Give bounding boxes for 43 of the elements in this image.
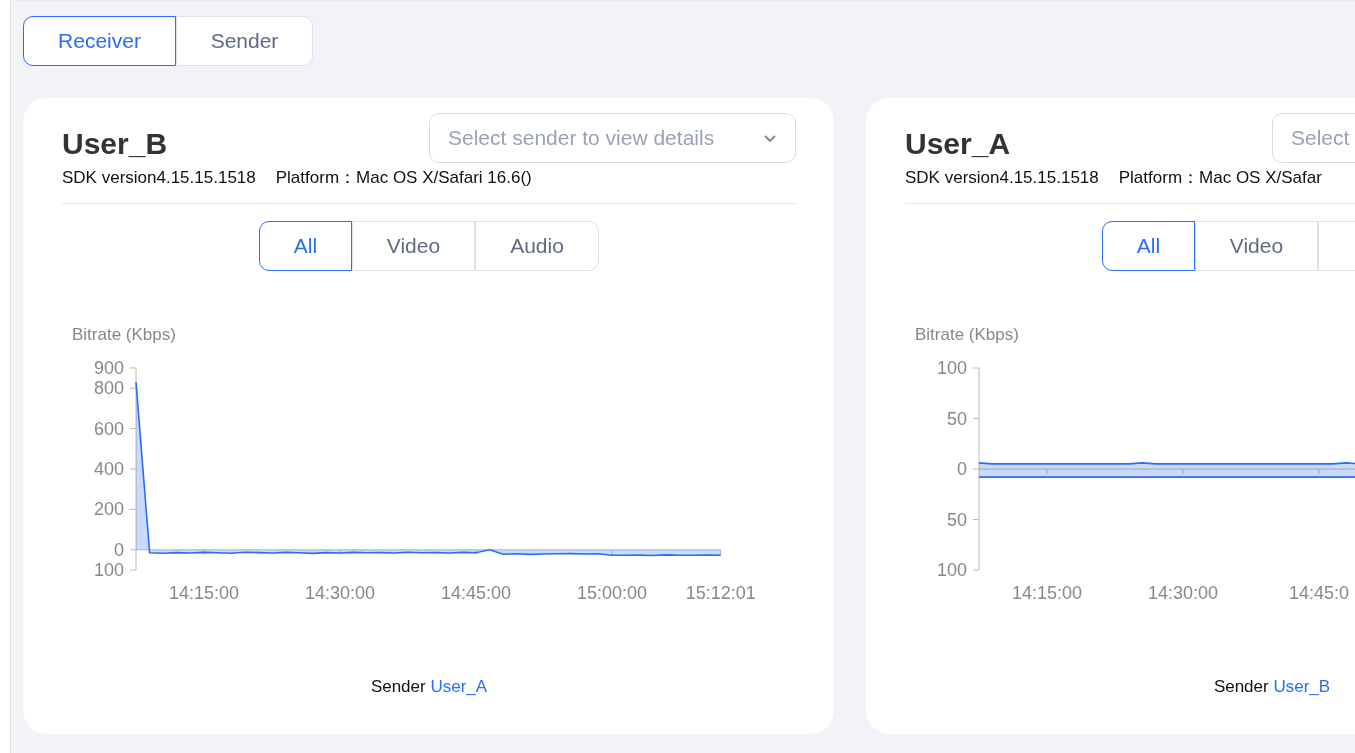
tick-label: 14:45:00 xyxy=(440,582,512,603)
sender-link[interactable]: User_A xyxy=(430,676,488,696)
media-tab[interactable]: Video xyxy=(352,220,475,271)
tick-label: 100 xyxy=(936,357,967,378)
media-tab[interactable]: Video xyxy=(1195,220,1318,271)
sender-select[interactable]: Select xyxy=(1272,113,1355,163)
tick-label: 14:45:0 xyxy=(1289,582,1350,603)
tick-label: 14:30:00 xyxy=(1147,582,1219,603)
axis-title: Bitrate (Kbps) xyxy=(915,324,1019,344)
tick-label: 100 xyxy=(93,559,124,580)
sender-select[interactable]: Select sender to view details xyxy=(429,113,796,163)
user-title: User_A xyxy=(905,127,1011,160)
sender-link[interactable]: User_B xyxy=(1273,676,1331,696)
tick-label: 200 xyxy=(93,498,124,519)
tick-label: 400 xyxy=(93,458,124,479)
tick-label: 14:30:00 xyxy=(304,582,376,603)
tick-label: 15:00:00 xyxy=(577,582,648,603)
axis-title: Bitrate (Kbps) xyxy=(72,324,176,344)
tick-label: 14:15:00 xyxy=(168,582,240,603)
platform-value: Mac OS X/Safari 16.6() xyxy=(356,167,532,189)
tick-label: 15:12:01 xyxy=(685,582,756,603)
tick-label: 100 xyxy=(936,559,967,580)
platform-label: Platform： xyxy=(275,167,357,189)
sdk-version: SDK version4.15.15.1518 xyxy=(62,167,256,189)
sender-label: Sender xyxy=(370,676,427,696)
view-tab[interactable]: Sender xyxy=(176,16,313,66)
tick-label: 600 xyxy=(93,418,124,439)
tick-label: 14:15:00 xyxy=(1011,582,1083,603)
media-tab[interactable]: All xyxy=(1102,220,1195,271)
tick-label: 0 xyxy=(114,539,124,560)
tick-label: 50 xyxy=(946,509,967,529)
view-tab[interactable]: Receiver xyxy=(23,16,176,66)
platform-label: Platform： xyxy=(1118,167,1200,189)
tick-label: 0 xyxy=(957,458,967,479)
tick-label: 900 xyxy=(93,357,124,378)
tick-label: 50 xyxy=(946,408,967,428)
media-tab[interactable]: All xyxy=(259,220,352,271)
platform-value: Mac OS X/Safar xyxy=(1199,167,1322,189)
sender-label: Sender xyxy=(1213,676,1270,696)
media-tab[interactable]: Audio xyxy=(475,220,599,271)
sdk-version: SDK version4.15.15.1518 xyxy=(905,167,1099,189)
tick-label: 800 xyxy=(93,377,124,398)
user-title: User_B xyxy=(62,127,168,160)
